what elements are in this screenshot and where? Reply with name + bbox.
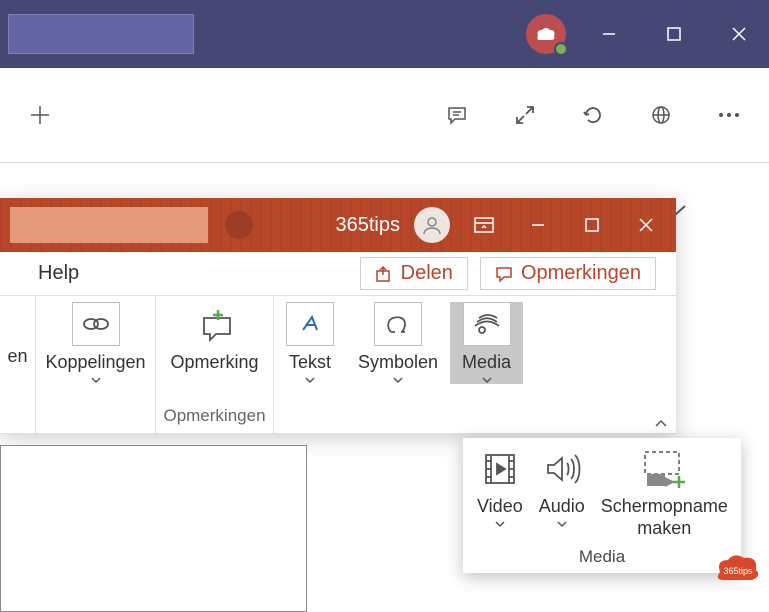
add-tab-button[interactable]: [18, 93, 62, 137]
share-button[interactable]: Delen: [360, 257, 468, 290]
comment-button[interactable]: Opmerking: [158, 302, 270, 374]
screen-recording-icon: [639, 446, 689, 492]
ribbon-group-text: Tekst Symbolen Media: [274, 296, 523, 433]
ppt-title-decoration: [225, 211, 253, 239]
group-label-comments: Opmerkingen: [163, 403, 265, 429]
symbols-button[interactable]: Symbolen: [346, 302, 450, 384]
chevron-down-icon: [556, 520, 568, 528]
ribbon-group-links: Koppelingen: [36, 296, 156, 433]
ppt-ribbon: en Koppelingen Opmerking Opmerkingen: [0, 296, 676, 434]
media-dropdown: Video Audio Schermopname maken Media: [463, 438, 741, 573]
minimize-button[interactable]: [586, 12, 631, 57]
text-button[interactable]: Tekst: [274, 302, 346, 384]
globe-icon[interactable]: [639, 93, 683, 137]
ppt-menubar: Help Delen Opmerkingen: [0, 252, 676, 296]
teams-toolbar: [0, 68, 769, 163]
chevron-down-icon: [304, 376, 316, 384]
chevron-down-icon: [392, 376, 404, 384]
audio-icon: [542, 446, 582, 492]
comments-label: Opmerkingen: [521, 262, 641, 285]
365tips-badge: 365tips: [710, 548, 766, 588]
help-tab[interactable]: Help: [38, 262, 79, 285]
ppt-user-avatar[interactable]: [414, 207, 450, 243]
ppt-minimize-button[interactable]: [518, 205, 558, 245]
ppt-close-button[interactable]: [626, 205, 666, 245]
link-icon: [72, 302, 120, 346]
video-icon: [480, 446, 520, 492]
slide-canvas[interactable]: [0, 445, 307, 612]
comments-button[interactable]: Opmerkingen: [480, 257, 656, 290]
ppt-maximize-button[interactable]: [572, 205, 612, 245]
chevron-down-icon: [494, 520, 506, 528]
ppt-username: 365tips: [336, 214, 401, 237]
symbols-icon: [374, 302, 422, 346]
expand-icon[interactable]: [503, 93, 547, 137]
collapse-ribbon-icon[interactable]: [654, 419, 668, 429]
chat-icon[interactable]: [435, 93, 479, 137]
media-icon: [463, 302, 511, 346]
ppt-title-field[interactable]: [10, 207, 208, 243]
teams-search-input[interactable]: [8, 14, 194, 54]
close-button[interactable]: [716, 12, 761, 57]
ribbon-group-comments: Opmerking Opmerkingen: [156, 296, 274, 433]
dropdown-footer: Media: [463, 539, 741, 573]
text-icon: [286, 302, 334, 346]
media-button[interactable]: Media: [450, 302, 523, 384]
video-button[interactable]: Video: [469, 446, 531, 539]
powerpoint-window: 365tips Help Delen: [0, 198, 676, 434]
links-button[interactable]: Koppelingen: [33, 302, 157, 384]
presence-indicator: [554, 42, 568, 56]
user-avatar[interactable]: [526, 14, 566, 54]
maximize-button[interactable]: [651, 12, 696, 57]
teams-titlebar: [0, 0, 769, 68]
ribbon-display-icon[interactable]: [464, 205, 504, 245]
comment-icon: [194, 302, 236, 346]
more-icon[interactable]: [707, 93, 751, 137]
chevron-down-icon: [481, 376, 493, 384]
chevron-down-icon: [90, 376, 102, 384]
share-label: Delen: [401, 262, 453, 285]
ribbon-group-partial: en: [0, 296, 36, 433]
refresh-icon[interactable]: [571, 93, 615, 137]
ppt-titlebar: 365tips: [0, 198, 676, 252]
svg-text:365tips: 365tips: [723, 566, 753, 576]
audio-button[interactable]: Audio: [531, 446, 593, 539]
screen-recording-button[interactable]: Schermopname maken: [593, 446, 736, 539]
